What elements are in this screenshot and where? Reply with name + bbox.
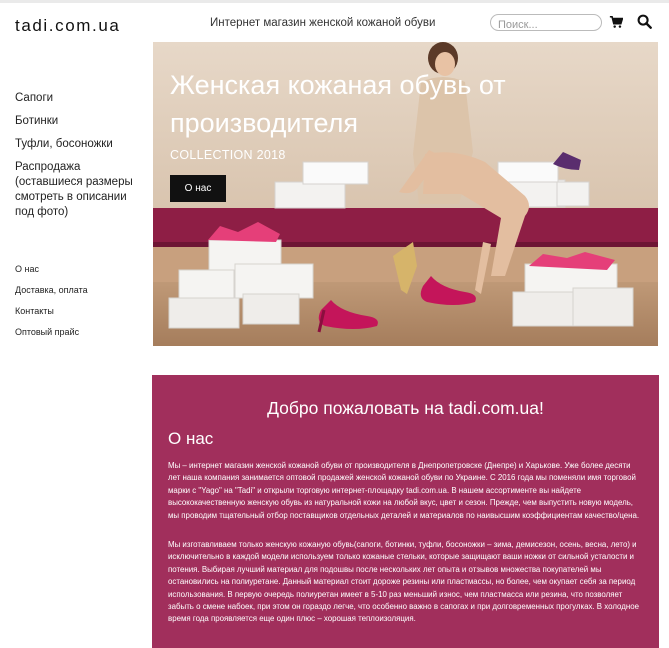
site-logo[interactable]: tadi.com.ua (15, 16, 120, 36)
category-nav: Сапоги Ботинки Туфли, босоножки Распрода… (15, 91, 145, 228)
site-tagline: Интернет магазин женской кожаной обуви (210, 17, 436, 29)
nav-item-shoes-sandals[interactable]: Туфли, босоножки (15, 137, 145, 152)
about-paragraph-2: Мы изготавливаем только женскую кожаную … (168, 540, 639, 624)
nav-item-boots[interactable]: Сапоги (15, 91, 145, 106)
welcome-section: Добро пожаловать на tadi.com.ua! О нас М… (152, 375, 659, 648)
nav-item-wholesale-price[interactable]: Оптовый прайс (15, 327, 145, 338)
about-us-button[interactable]: О нас (170, 175, 226, 202)
nav-item-sale[interactable]: Распродажа (оставшиеся размеры смотреть … (15, 160, 145, 220)
hero-subtitle: COLLECTION 2018 (170, 148, 286, 162)
search-box (490, 14, 602, 33)
hero-banner: Женская кожаная обувь от производителя C… (153, 42, 658, 346)
welcome-heading: Добро пожаловать на tadi.com.ua! (267, 398, 544, 418)
nav-item-contacts[interactable]: Контакты (15, 306, 145, 317)
about-heading: О нас (168, 429, 214, 448)
info-nav: О нас Доставка, оплата Контакты Оптовый … (15, 264, 145, 348)
hero-title: Женская кожаная обувь от производителя (170, 70, 506, 138)
search-input[interactable] (491, 17, 601, 33)
nav-item-ankle-boots[interactable]: Ботинки (15, 114, 145, 129)
nav-item-about[interactable]: О нас (15, 264, 145, 275)
search-icon[interactable] (637, 14, 652, 29)
top-border (0, 0, 669, 3)
shopping-cart-icon[interactable] (609, 15, 623, 29)
about-paragraph-1: Мы – интернет магазин женской кожаной об… (168, 461, 640, 520)
nav-item-delivery[interactable]: Доставка, оплата (15, 285, 145, 296)
